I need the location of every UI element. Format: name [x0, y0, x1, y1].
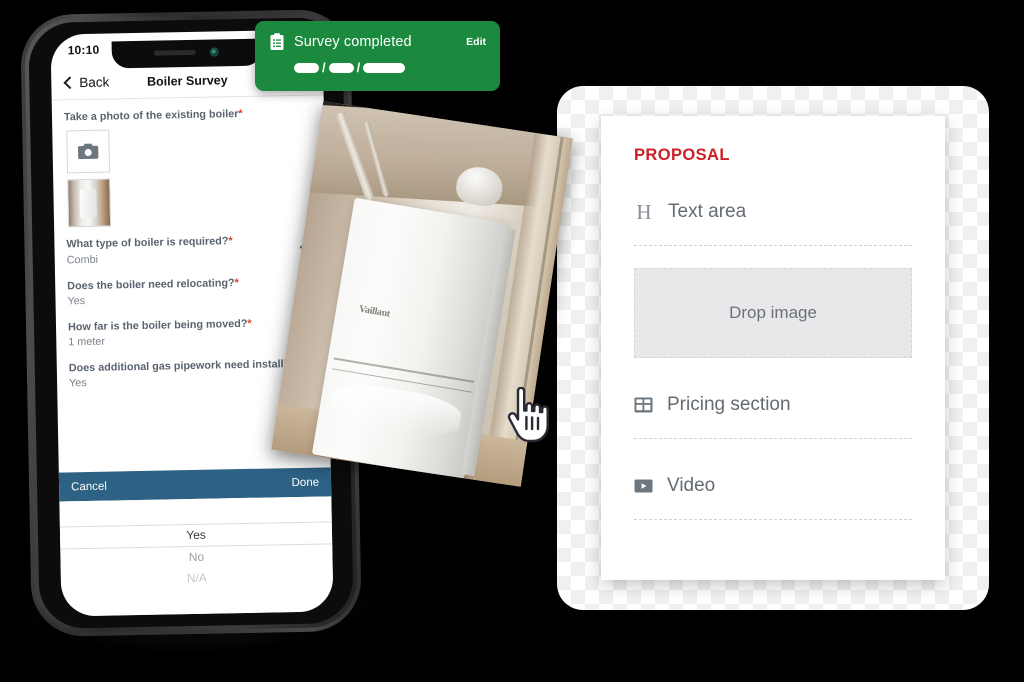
survey-question-distance[interactable]: How far is the boiler being moved?* 1 me… — [67, 315, 316, 349]
clipboard-icon — [269, 33, 285, 51]
question-text: How far is the boiler being moved? — [67, 317, 248, 334]
video-icon — [634, 479, 653, 493]
survey-completed-toast[interactable]: Survey completed Edit / / — [255, 21, 500, 91]
camera-icon — [77, 143, 99, 160]
survey-question-relocating[interactable]: Does the boiler need relocating?* Yes — [67, 274, 315, 307]
toast-date-redacted: / / — [294, 60, 486, 75]
proposal-item-label: Pricing section — [667, 394, 791, 415]
proposal-item-label: Video — [667, 475, 716, 496]
required-marker: * — [228, 235, 233, 248]
back-button[interactable]: Back — [63, 74, 110, 91]
proposal-title: PROPOSAL — [634, 146, 730, 164]
picker-option[interactable]: N/A — [61, 565, 333, 591]
required-marker: * — [247, 317, 252, 330]
heading-icon: H — [636, 199, 652, 224]
question-answer: 1 meter — [68, 335, 106, 349]
picker-done-button[interactable]: Done — [291, 476, 319, 489]
picker-cancel-button[interactable]: Cancel — [71, 480, 107, 493]
question-text: Does additional gas pipework need instal… — [68, 357, 307, 375]
question-label: Take a photo of the existing boiler* — [64, 106, 312, 125]
hand-pointer-cursor — [505, 386, 555, 443]
toast-header-row: Survey completed Edit — [269, 33, 486, 51]
toast-edit-button[interactable]: Edit — [466, 36, 486, 48]
back-button-label: Back — [79, 74, 110, 91]
required-marker: * — [234, 276, 239, 289]
photo-thumbnail[interactable] — [67, 178, 112, 228]
status-bar-time: 10:10 — [67, 42, 100, 58]
proposal-item-label: Text area — [668, 201, 747, 222]
option-picker-sheet: Cancel Done Yes No N/A — [58, 467, 334, 617]
proposal-pricing-block: Pricing section — [634, 394, 912, 416]
required-marker: * — [238, 107, 243, 121]
screenshot-canvas: 10:10 Back Boiler Survey Take a photo of… — [0, 0, 1024, 682]
toast-title: Survey completed — [294, 34, 412, 50]
redacted-bar-day — [294, 62, 319, 73]
drop-zone-label: Drop image — [729, 303, 817, 322]
chevron-left-icon — [63, 75, 77, 89]
date-separator: / — [356, 60, 361, 75]
question-text: What type of boiler is required? — [66, 235, 229, 251]
divider — [634, 438, 912, 439]
question-answer: Yes — [67, 294, 86, 308]
question-text: Does the boiler need relocating? — [67, 276, 235, 292]
table-icon — [634, 397, 653, 413]
question-answer: Combi — [66, 253, 99, 266]
proposal-item-video[interactable]: Video — [634, 475, 912, 497]
date-separator: / — [322, 60, 326, 75]
divider — [634, 245, 912, 246]
proposal-text-area-block: H Text area — [634, 201, 912, 223]
photo-boiler-seam — [333, 357, 474, 383]
take-photo-button[interactable] — [66, 129, 111, 174]
proposal-video-block: Video — [634, 475, 912, 497]
redacted-bar-year — [363, 62, 406, 73]
survey-question-boiler-type[interactable]: What type of boiler is required?* Combi — [66, 233, 314, 266]
question-text: Take a photo of the existing boiler — [63, 108, 239, 124]
proposal-item-text-area[interactable]: H Text area — [634, 201, 912, 223]
proposal-item-pricing-section[interactable]: Pricing section — [634, 394, 912, 416]
image-drop-zone[interactable]: Drop image — [634, 268, 912, 358]
picker-wheel[interactable]: Yes No N/A — [59, 496, 334, 617]
proposal-card: PROPOSAL H Text area Drop image Pricing … — [601, 116, 945, 580]
survey-question-photo: Take a photo of the existing boiler* — [64, 106, 314, 228]
divider — [634, 519, 912, 520]
redacted-bar-month — [328, 62, 354, 73]
